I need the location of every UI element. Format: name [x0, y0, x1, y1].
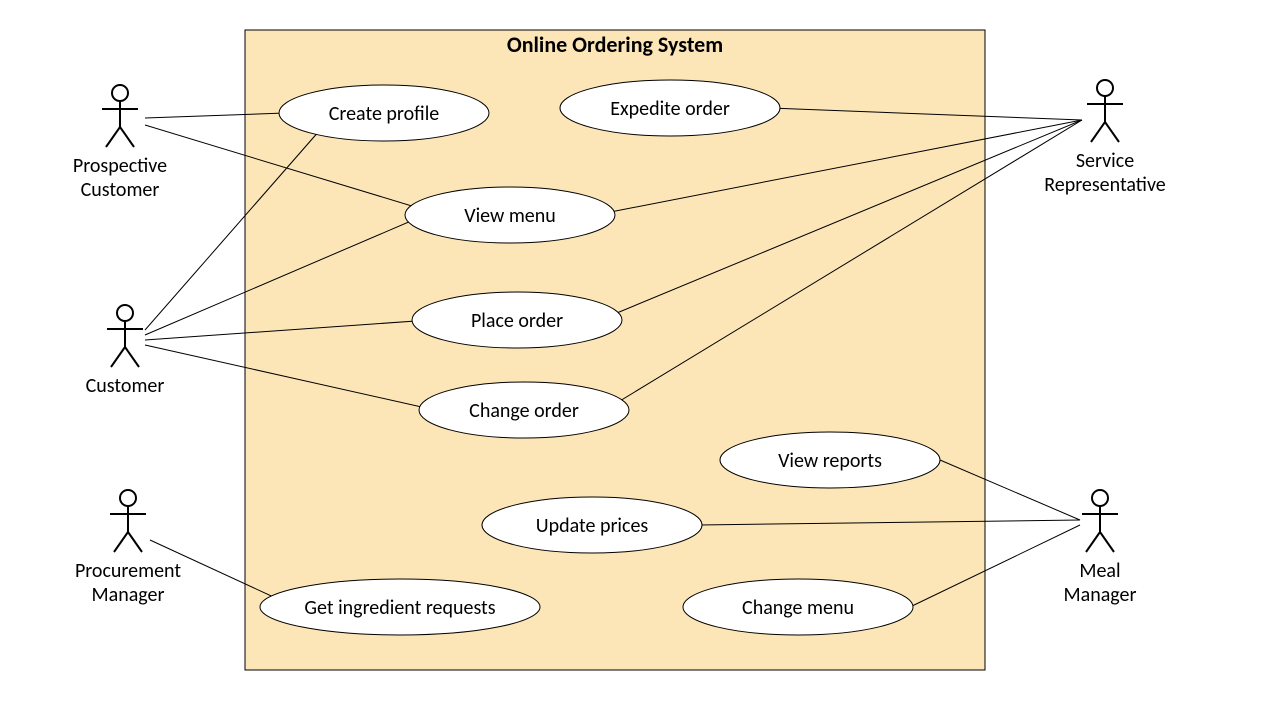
usecase-change-menu: Change menu	[683, 579, 913, 635]
person-icon	[1087, 80, 1123, 142]
svg-text:Create profile: Create profile	[329, 102, 440, 126]
usecase-expedite-order: Expedite order	[560, 80, 780, 136]
usecase-change-order: Change order	[419, 382, 629, 438]
actor-service-representative: Service Representative	[1044, 80, 1166, 197]
system-title: Online Ordering System	[507, 31, 723, 58]
actor-customer: Customer	[86, 305, 165, 398]
svg-text:View reports: View reports	[778, 449, 882, 473]
person-icon	[1082, 490, 1118, 552]
actor-label: Representative	[1044, 173, 1166, 197]
svg-text:Change order: Change order	[469, 399, 579, 423]
person-icon	[102, 85, 138, 147]
actor-label: Service	[1076, 149, 1134, 173]
svg-text:Expedite order: Expedite order	[610, 97, 730, 121]
svg-text:Update prices: Update prices	[536, 514, 649, 538]
actor-label: Procurement	[75, 559, 181, 583]
svg-text:Get ingredient requests: Get ingredient requests	[304, 596, 495, 620]
actor-label: Prospective	[73, 154, 167, 178]
person-icon	[110, 490, 146, 552]
svg-text:Place order: Place order	[471, 309, 563, 333]
person-icon	[107, 305, 143, 367]
actor-label: Meal	[1079, 559, 1120, 583]
actor-label: Manager	[1064, 583, 1137, 607]
actor-meal-manager: Meal Manager	[1064, 490, 1137, 607]
svg-text:Change menu: Change menu	[742, 596, 854, 620]
actor-label: Manager	[92, 583, 165, 607]
usecase-create-profile: Create profile	[279, 85, 489, 141]
usecase-get-ingredient-requests: Get ingredient requests	[260, 579, 540, 635]
actor-procurement-manager: Procurement Manager	[75, 490, 181, 607]
usecase-update-prices: Update prices	[482, 497, 702, 553]
svg-text:View menu: View menu	[464, 204, 556, 228]
usecase-view-reports: View reports	[720, 432, 940, 488]
usecase-place-order: Place order	[412, 292, 622, 348]
actor-prospective-customer: Prospective Customer	[73, 85, 167, 202]
use-case-diagram: Online Ordering System	[0, 0, 1280, 720]
usecase-view-menu: View menu	[405, 187, 615, 243]
actor-label: Customer	[81, 178, 160, 202]
actor-label: Customer	[86, 374, 165, 398]
